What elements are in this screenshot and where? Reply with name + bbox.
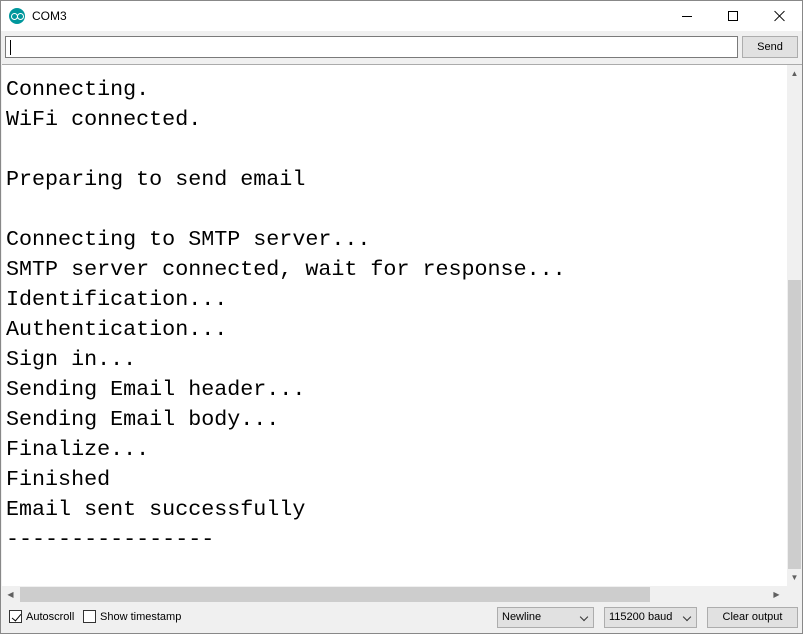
serial-monitor-window: COM3 Send Connecting. WiFi connected. Prep… [0, 0, 803, 634]
scroll-right-icon[interactable]: ▶ [768, 586, 785, 603]
scroll-down-icon[interactable]: ▼ [787, 569, 802, 586]
output-line: WiFi connected. [6, 107, 202, 132]
clear-output-button[interactable]: Clear output [707, 607, 798, 628]
line-ending-select[interactable]: Newline [497, 607, 594, 628]
output-line: Finished [6, 467, 111, 492]
maximize-icon [728, 11, 738, 21]
title-bar[interactable]: COM3 [1, 1, 802, 31]
timestamp-checkbox[interactable] [83, 610, 96, 623]
minimize-button[interactable] [664, 1, 710, 31]
close-icon [773, 10, 785, 22]
output-line: Sign in... [6, 347, 137, 372]
vertical-scrollbar[interactable]: ▲ ▼ [787, 65, 802, 586]
baud-rate-value: 115200 baud [609, 611, 673, 623]
chevron-down-icon [579, 612, 589, 622]
horizontal-scroll-thumb[interactable] [20, 587, 650, 602]
baud-rate-select[interactable]: 115200 baud [604, 607, 697, 628]
autoscroll-checkbox[interactable] [9, 610, 22, 623]
output-line: ---------------- [6, 527, 215, 552]
window-title: COM3 [32, 9, 67, 23]
output-line: Sending Email body... [6, 407, 280, 432]
output-text: Connecting. WiFi connected. Preparing to s… [6, 75, 784, 555]
input-row: Send [1, 31, 802, 64]
scroll-corner [787, 586, 802, 603]
arduino-icon [9, 8, 25, 24]
timestamp-toggle[interactable]: Show timestamp [83, 610, 181, 623]
send-button[interactable]: Send [742, 36, 798, 58]
text-caret [10, 40, 11, 55]
timestamp-label: Show timestamp [100, 610, 182, 623]
output-line: Email sent successfully [6, 497, 306, 522]
close-button[interactable] [756, 1, 802, 31]
serial-input[interactable] [5, 36, 738, 58]
serial-output[interactable]: Connecting. WiFi connected. Preparing to s… [2, 64, 802, 603]
output-line: Authentication... [6, 317, 228, 342]
chevron-down-icon [682, 612, 692, 622]
vertical-scroll-thumb[interactable] [788, 280, 801, 569]
scroll-left-icon[interactable]: ◀ [2, 586, 19, 603]
minimize-icon [682, 15, 692, 17]
output-line: Preparing to send email [6, 167, 306, 192]
maximize-button[interactable] [710, 1, 756, 31]
output-line: Sending Email header... [6, 377, 306, 402]
horizontal-scrollbar[interactable]: ◀ ▶ [2, 586, 787, 603]
autoscroll-toggle[interactable]: Autoscroll [9, 610, 74, 623]
output-line: SMTP server connected, wait for response… [6, 257, 566, 282]
output-line: Connecting to SMTP server... [6, 227, 371, 252]
line-ending-value: Newline [502, 611, 542, 623]
output-line: Connecting. [6, 77, 150, 102]
bottom-toolbar: Autoscroll Show timestamp Newline 115200… [1, 602, 802, 633]
output-line: Finalize... [6, 437, 150, 462]
scroll-up-icon[interactable]: ▲ [787, 65, 802, 82]
autoscroll-label: Autoscroll [26, 610, 75, 623]
output-line: Identification... [6, 287, 228, 312]
